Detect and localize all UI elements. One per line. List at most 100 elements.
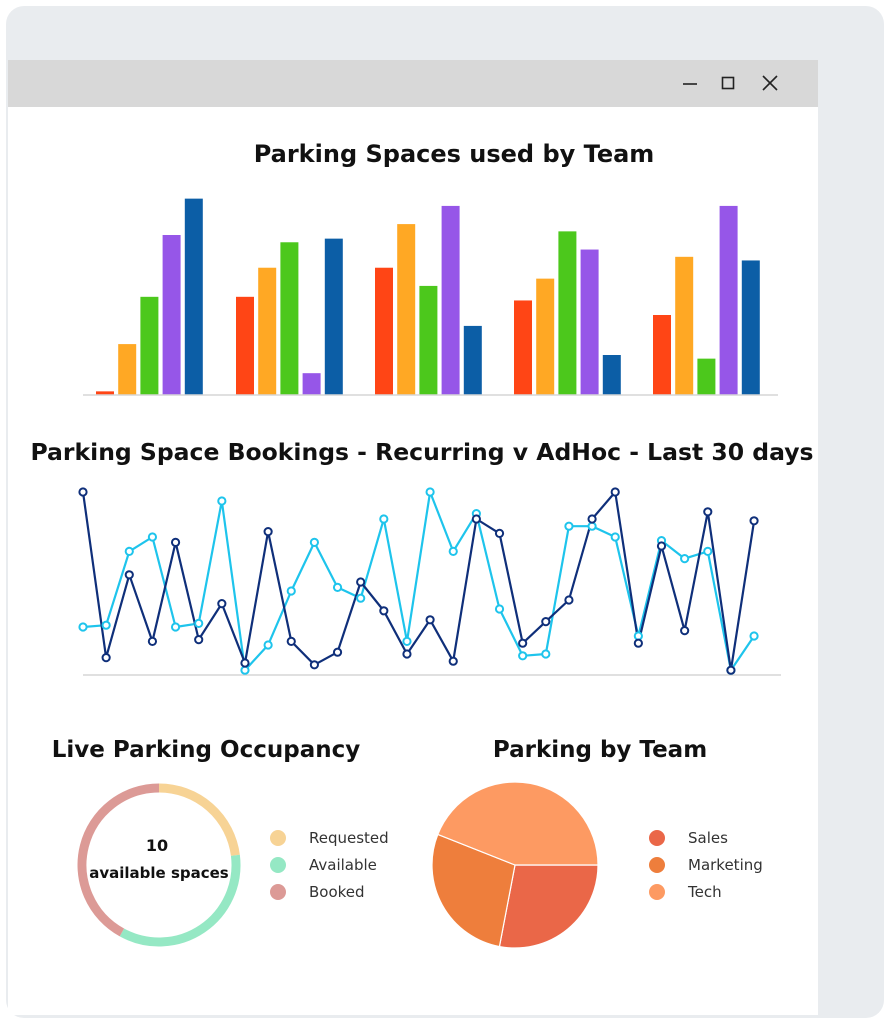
line-point-series2-27	[680, 554, 690, 564]
line-point-series2-28	[703, 546, 713, 557]
line-point-series1-5	[170, 537, 181, 548]
line-point-series2-10	[286, 586, 296, 596]
line-point-series2-4	[147, 532, 158, 542]
donut-legend-label-booked: Booked	[309, 883, 365, 901]
pie-legend-swatch-tech	[649, 884, 665, 900]
line-point-series1-12	[332, 647, 343, 657]
line-point-series1-21	[541, 617, 551, 627]
line-chart-series	[78, 487, 759, 675]
line-point-series2-5	[170, 622, 181, 632]
line-point-series2-11	[309, 537, 319, 548]
bar-series5-group3	[463, 325, 482, 395]
bar-series4-group2	[302, 373, 321, 395]
dashboard-canvas: Parking Spaces used by Team Parking Spac…	[30, 140, 814, 949]
line-point-series2-12	[332, 582, 343, 593]
line-point-series1-29	[726, 665, 736, 675]
line-point-series1-19	[494, 528, 505, 539]
line-point-series2-6	[194, 618, 204, 629]
line-point-series1-1	[78, 487, 88, 497]
bar-series5-group4	[602, 355, 621, 395]
pie-legend-swatch-marketing	[649, 857, 665, 873]
line-point-series1-4	[147, 636, 158, 647]
line-point-series2-19	[494, 604, 505, 614]
donut-segment-requested	[158, 783, 240, 857]
bar-chart-bars	[96, 198, 760, 395]
pie-chart-title: Parking by Team	[493, 737, 707, 763]
line-point-series1-9	[263, 527, 273, 537]
line-point-series2-20	[518, 651, 528, 661]
donut-legend-swatch-available	[270, 857, 286, 873]
bar-series1-group3	[375, 267, 393, 395]
bar-series1-group2	[236, 296, 254, 395]
line-point-series2-25	[633, 631, 643, 641]
line-point-series1-26	[656, 541, 667, 551]
line-point-series2-2	[101, 620, 111, 630]
line-point-series1-27	[680, 626, 690, 636]
line-point-series1-23	[587, 514, 597, 524]
line-point-series2-13	[356, 593, 366, 603]
line-point-series1-6	[194, 635, 204, 645]
donut-center-value: 10	[146, 836, 168, 855]
line-point-series2-3	[124, 546, 134, 557]
line-point-series2-7	[217, 496, 227, 506]
line-point-series1-25	[633, 638, 643, 648]
pie-legend-label-tech: Tech	[687, 883, 722, 901]
bar-series4-group1	[162, 235, 181, 395]
line-point-series2-14	[379, 514, 389, 524]
bar-series5-group1	[184, 198, 203, 395]
line-point-series1-16	[425, 615, 435, 625]
line-point-series1-15	[402, 649, 412, 659]
donut-legend-label-requested: Requested	[309, 829, 389, 847]
pie-legend-label-sales: Sales	[688, 829, 728, 847]
bar-series2-group3	[397, 224, 416, 395]
donut-center-label: available spaces	[89, 864, 229, 882]
line-point-series1-7	[217, 599, 227, 609]
bar-series4-group3	[441, 205, 460, 395]
line-chart-title: Parking Space Bookings - Recurring v AdH…	[30, 438, 813, 466]
line-point-series2-17	[448, 546, 458, 557]
donut-legend: Requested Available Booked	[270, 829, 389, 901]
donut-legend-swatch-booked	[270, 884, 286, 900]
occupancy-donut-chart: Live Parking Occupancy 10 available spac…	[52, 737, 389, 947]
bar-series2-group1	[118, 344, 137, 395]
line-point-series1-10	[286, 636, 296, 647]
pie-legend-swatch-sales	[649, 830, 665, 846]
bar-chart-title: Parking Spaces used by Team	[254, 140, 655, 168]
bar-series3-group2	[280, 242, 299, 395]
line-point-series1-3	[124, 570, 134, 580]
line-point-series1-2	[101, 653, 111, 663]
line-point-series1-17	[448, 656, 458, 666]
line-point-series2-24	[610, 532, 620, 542]
line-point-series1-20	[518, 638, 528, 648]
bar-series4-group5	[719, 205, 738, 395]
bar-series5-group2	[324, 238, 343, 395]
team-pie-chart: Parking by Team Sales Marketing Tech	[431, 737, 763, 949]
line-point-series2-22	[564, 521, 574, 531]
line-point-series1-18	[471, 514, 481, 524]
bar-series2-group2	[258, 267, 277, 395]
bar-series3-group4	[558, 231, 577, 395]
line-point-series2-23	[587, 521, 597, 531]
pie-slices	[431, 781, 599, 949]
line-point-series1-28	[703, 507, 713, 517]
donut-legend-swatch-requested	[270, 830, 286, 846]
pie-slice-sales	[498, 864, 599, 949]
line-point-series1-24	[610, 487, 620, 497]
line-point-series1-22	[564, 595, 574, 605]
bar-series3-group3	[419, 285, 438, 395]
line-point-series2-21	[541, 649, 551, 659]
bar-series4-group4	[580, 249, 599, 395]
line-point-series2-9	[263, 640, 273, 650]
line-point-series2-30	[749, 631, 759, 641]
bar-series2-group4	[536, 278, 555, 395]
donut-segment-booked	[77, 783, 160, 937]
line-point-series2-8	[240, 665, 250, 675]
line-series1	[81, 490, 756, 672]
line-chart: Parking Space Bookings - Recurring v AdH…	[30, 438, 814, 676]
pie-legend-label-marketing: Marketing	[688, 856, 763, 874]
donut-legend-label-available: Available	[309, 856, 377, 874]
pie-legend: Sales Marketing Tech	[649, 829, 763, 901]
line-point-series2-15	[402, 636, 412, 647]
line-point-series1-13	[356, 577, 366, 587]
line-point-series2-16	[425, 487, 435, 497]
